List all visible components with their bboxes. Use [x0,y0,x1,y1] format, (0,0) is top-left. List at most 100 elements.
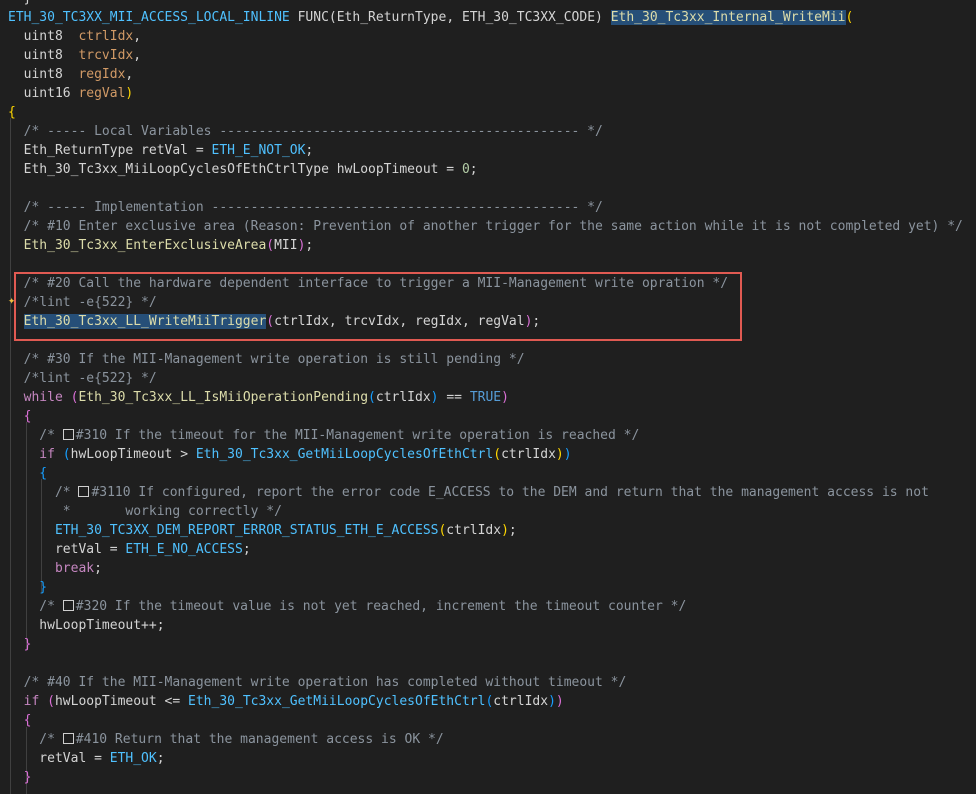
code-line[interactable]: } [8,578,47,597]
code-line[interactable]: /* #10 Enter exclusive area (Reason: Pre… [8,217,963,236]
code-line[interactable]: /* ----- Implementation ----------------… [8,198,603,217]
code-token: ( [47,694,55,709]
code-line[interactable]: Eth_ReturnType retVal = ETH_E_NOT_OK; [8,141,314,160]
code-token: FUNC( [289,10,337,25]
code-token: ctrlIdx [493,694,549,709]
code-line[interactable]: { [8,407,32,426]
code-token: ; [305,238,314,253]
code-token: hwLoopTimeout++; [8,618,165,633]
code-token: } [8,0,32,6]
code-token: break [8,561,95,576]
code-line[interactable]: /* #30 If the MII-Management write opera… [8,350,525,369]
code-token: #3110 If configured, report the error co… [91,485,929,500]
code-token: { [8,713,32,728]
code-token: Eth_30_Tc3xx_LL_IsMiiOperationPending [78,390,369,405]
code-token: ; [94,561,102,576]
code-line[interactable]: Eth_30_Tc3xx_EnterExclusiveArea(MII); [8,236,314,255]
code-line[interactable]: } [8,768,32,787]
code-token: ETH_30_TC3XX_CODE [461,10,596,25]
code-token: , [125,67,134,82]
code-token: /* [8,732,63,747]
code-line[interactable]: Eth_30_Tc3xx_MiiLoopCyclesOfEthCtrlType … [8,160,478,179]
code-token: Eth_30_Tc3xx_EnterExclusiveArea [8,238,267,253]
code-line[interactable]: hwLoopTimeout++; [8,616,165,635]
code-token: ) [555,447,564,462]
code-token: trcvIdx [78,48,134,63]
code-token: hwLoopTimeout > [70,447,196,462]
code-token: #310 If the timeout for the MII-Manageme… [75,428,640,443]
code-token: #320 If the timeout value is not yet rea… [75,599,687,614]
code-token: ETH_30_TC3XX_DEM_REPORT_ERROR_STATUS_ETH… [8,523,439,538]
code-token: #410 Return that the management access i… [75,732,444,747]
code-token: /* [8,485,79,500]
code-line[interactable]: if (hwLoopTimeout > Eth_30_Tc3xx_GetMiiL… [8,445,572,464]
code-token: ) [548,694,556,709]
code-token: } [8,580,48,595]
code-token: /* #40 If the MII-Management write opera… [8,675,627,690]
code-token: hwLoopTimeout <= [54,694,189,709]
code-line[interactable]: /* #40 If the MII-Management write opera… [8,673,627,692]
code-token: if [8,694,48,709]
checkbox-icon [62,733,74,744]
code-line[interactable]: retVal = ETH_E_NO_ACCESS; [8,540,251,559]
code-line[interactable]: while (Eth_30_Tc3xx_LL_IsMiiOperationPen… [8,388,509,407]
code-line[interactable]: uint16 regVal) [8,84,134,103]
code-token: { [8,409,32,424]
code-token: ETH_E_NOT_OK [211,143,306,158]
code-token: Eth_30_Tc3xx_GetMiiLoopCyclesOfEthCtrl [188,694,486,709]
code-line[interactable]: uint8 ctrlIdx, [8,27,141,46]
code-line[interactable]: if (hwLoopTimeout <= Eth_30_Tc3xx_GetMii… [8,692,564,711]
code-token: uint8 [8,67,79,82]
code-token: ) [595,10,611,25]
code-line[interactable]: { [8,103,16,122]
code-token: ) [563,447,572,462]
code-line[interactable]: } [8,635,32,654]
code-token: Eth_30_Tc3xx_LL_WriteMiiTrigger [23,314,267,329]
code-line[interactable]: /*lint -e{522} */ [8,293,157,312]
code-token: /*lint -e{522} */ [8,371,157,386]
code-token: ) [125,86,134,101]
code-line[interactable]: /* #20 Call the hardware dependent inter… [8,274,728,293]
code-token: ) [430,390,439,405]
code-token: ( [845,10,854,25]
code-token: TRUE [469,390,502,405]
code-token: regVal [78,86,126,101]
code-line[interactable]: /* ----- Local Variables ---------------… [8,122,603,141]
code-token: ctrlIdx [78,29,134,44]
code-line[interactable]: uint8 trcvIdx, [8,46,141,65]
code-line[interactable]: { [8,711,32,730]
code-token: ETH_E_NO_ACCESS [125,542,243,557]
code-token: ctrlIdx [446,523,502,538]
code-token: ; [469,162,478,177]
code-line[interactable]: Eth_30_Tc3xx_LL_WriteMiiTrigger(ctrlIdx,… [8,312,540,331]
code-line[interactable]: * working correctly */ [8,502,282,521]
code-line[interactable]: ETH_30_TC3XX_DEM_REPORT_ERROR_STATUS_ETH… [8,521,517,540]
code-token: ) [501,523,509,538]
code-line[interactable]: /* #3110 If configured, report the error… [8,483,929,502]
code-token: while [8,390,71,405]
code-line[interactable]: uint8 regIdx, [8,65,134,84]
code-token: /*lint -e{522} */ [8,295,157,310]
code-token: MII [274,238,298,253]
code-token: if [8,447,63,462]
code-line[interactable]: /* #310 If the timeout for the MII-Manag… [8,426,639,445]
code-line[interactable]: ETH_30_TC3XX_MII_ACCESS_LOCAL_INLINE FUN… [8,8,853,27]
code-token: regIdx [78,67,126,82]
code-line[interactable]: /* #410 Return that the management acces… [8,730,444,749]
code-line[interactable]: break; [8,559,102,578]
checkbox-icon [78,486,90,497]
code-line[interactable]: } [8,0,32,8]
code-token: Eth_ReturnType [336,10,447,25]
code-editor[interactable]: ✦ }ETH_30_TC3XX_MII_ACCESS_LOCAL_INLINE … [0,0,976,794]
code-line[interactable]: /*lint -e{522} */ [8,369,157,388]
code-line[interactable]: retVal = ETH_OK; [8,749,164,768]
code-token: /* #10 Enter exclusive area (Reason: Pre… [8,219,963,234]
code-token: /* [8,599,63,614]
code-line[interactable]: { [8,464,47,483]
checkbox-icon [62,429,74,440]
code-line[interactable]: /* #320 If the timeout value is not yet … [8,597,686,616]
code-token: ; [532,314,541,329]
code-token: ( [493,447,502,462]
code-token: /* [8,428,63,443]
